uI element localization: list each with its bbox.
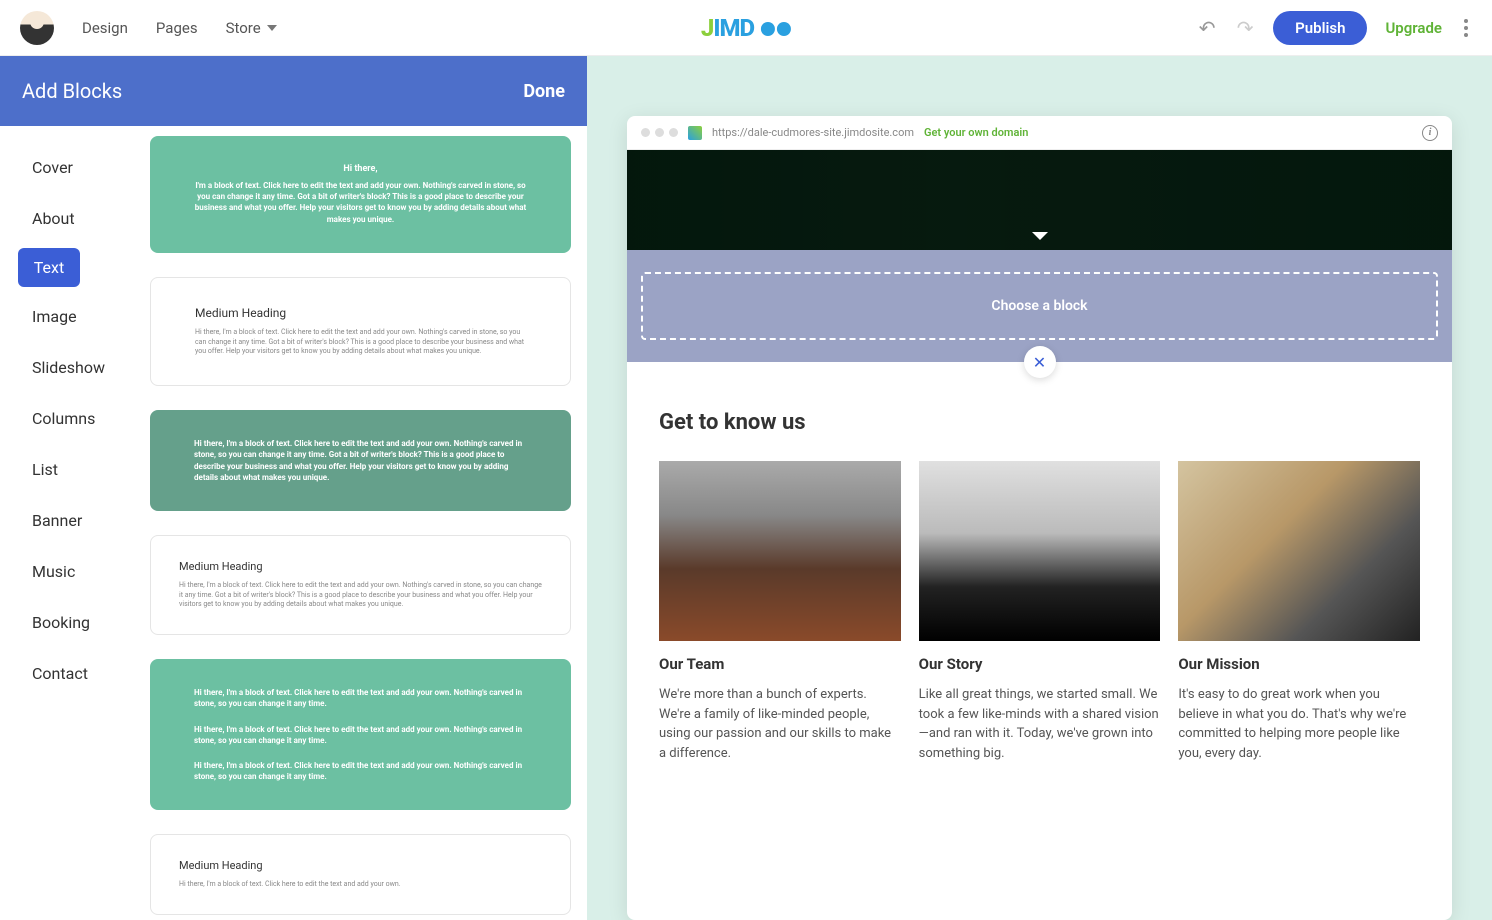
browser-frame: https://dale-cudmores-site.jimdosite.com… [627,116,1452,920]
block-preview-text: Hi there, I'm a block of text. Click her… [179,880,542,890]
nav-store-label: Store [226,19,261,37]
block-preview-heading: Medium Heading [195,306,526,320]
upgrade-link[interactable]: Upgrade [1385,19,1442,37]
section-title: Get to know us [659,410,1420,435]
jimdo-logo: JIMD [701,14,791,42]
cat-slideshow[interactable]: Slideshow [18,346,140,389]
cat-cover[interactable]: Cover [18,146,140,189]
column-title: Our Team [659,655,901,673]
panel-body: Cover About Text Image Slideshow Columns… [0,126,587,920]
category-list: Cover About Text Image Slideshow Columns… [0,126,140,920]
block-preview-text: Hi there, I'm a block of text. Click her… [194,724,527,746]
block-template[interactable]: Hi there, I'm a block of text. Click her… [150,136,571,253]
block-preview-heading: Medium Heading [179,859,542,872]
site-favicon-icon [688,126,702,140]
browser-bar: https://dale-cudmores-site.jimdosite.com… [627,116,1452,150]
block-preview-text: Hi there, I'm a block of text. Click her… [194,760,527,782]
column-image[interactable] [659,461,901,641]
cat-banner[interactable]: Banner [18,499,140,542]
column-image[interactable] [919,461,1161,641]
block-template[interactable]: Hi there, I'm a block of text. Click her… [150,410,571,511]
nav-pages[interactable]: Pages [156,19,198,37]
nav-design[interactable]: Design [82,19,128,37]
block-template[interactable]: Hi there, I'm a block of text. Click her… [150,659,571,810]
top-right-tools: ↶ ↷ Publish Upgrade [1197,11,1472,45]
more-menu-icon[interactable] [1460,15,1472,41]
block-preview-text: Hi there, I'm a block of text. Click her… [179,581,542,610]
block-preview-text: I'm a block of text. Click here to edit … [194,180,527,225]
top-bar: Design Pages Store JIMD ↶ ↷ Publish Upgr… [0,0,1492,56]
nav-store[interactable]: Store [226,19,277,37]
preview-area: https://dale-cudmores-site.jimdosite.com… [587,56,1492,920]
block-preview-text: Hi there, I'm a block of text. Click her… [195,328,526,357]
block-preview-title: Hi there, [194,164,527,174]
column-story: Our Story Like all great things, we star… [919,461,1161,763]
chevron-down-icon[interactable] [1032,232,1048,240]
done-button[interactable]: Done [523,81,565,102]
address-bar: https://dale-cudmores-site.jimdosite.com [712,126,914,139]
about-section: Get to know us Our Team We're more than … [627,362,1452,783]
block-template[interactable]: Medium Heading Hi there, I'm a block of … [150,834,571,915]
block-template[interactable]: Medium Heading Hi there, I'm a block of … [150,277,571,386]
column-text: It's easy to do great work when you beli… [1178,685,1420,763]
block-template-list[interactable]: Hi there, I'm a block of text. Click her… [140,126,587,920]
main-area: Add Blocks Done Cover About Text Image S… [0,56,1492,920]
cat-list[interactable]: List [18,448,140,491]
choose-block-dropzone[interactable]: Choose a block ✕ [627,250,1452,362]
avatar[interactable] [20,11,54,45]
add-blocks-panel: Add Blocks Done Cover About Text Image S… [0,56,587,920]
close-icon[interactable]: ✕ [1024,346,1056,378]
cat-contact[interactable]: Contact [18,652,140,695]
info-icon[interactable]: i [1422,125,1438,141]
publish-button[interactable]: Publish [1273,11,1367,45]
choose-block-label: Choose a block [641,272,1438,340]
panel-header: Add Blocks Done [0,56,587,126]
column-team: Our Team We're more than a bunch of expe… [659,461,901,763]
chevron-down-icon [267,25,277,31]
cat-booking[interactable]: Booking [18,601,140,644]
get-domain-link[interactable]: Get your own domain [924,126,1028,139]
column-title: Our Story [919,655,1161,673]
block-preview-text: Hi there, I'm a block of text. Click her… [194,438,527,483]
window-controls-icon [641,128,678,137]
column-title: Our Mission [1178,655,1420,673]
cat-music[interactable]: Music [18,550,140,593]
column-mission: Our Mission It's easy to do great work w… [1178,461,1420,763]
cat-columns[interactable]: Columns [18,397,140,440]
redo-icon[interactable]: ↷ [1235,18,1255,38]
cat-text[interactable]: Text [18,248,80,287]
block-template[interactable]: Medium Heading Hi there, I'm a block of … [150,535,571,635]
panel-title: Add Blocks [22,79,122,103]
site-content: Choose a block ✕ Get to know us Our Team… [627,150,1452,783]
top-nav: Design Pages Store [82,19,277,37]
block-preview-heading: Medium Heading [179,560,542,573]
undo-icon[interactable]: ↶ [1197,18,1217,38]
hero-image [627,150,1452,250]
cat-about[interactable]: About [18,197,140,240]
column-text: We're more than a bunch of experts. We'r… [659,685,901,763]
column-text: Like all great things, we started small.… [919,685,1161,763]
cat-image[interactable]: Image [18,295,140,338]
column-image[interactable] [1178,461,1420,641]
block-preview-text: Hi there, I'm a block of text. Click her… [194,687,527,709]
columns: Our Team We're more than a bunch of expe… [659,461,1420,763]
